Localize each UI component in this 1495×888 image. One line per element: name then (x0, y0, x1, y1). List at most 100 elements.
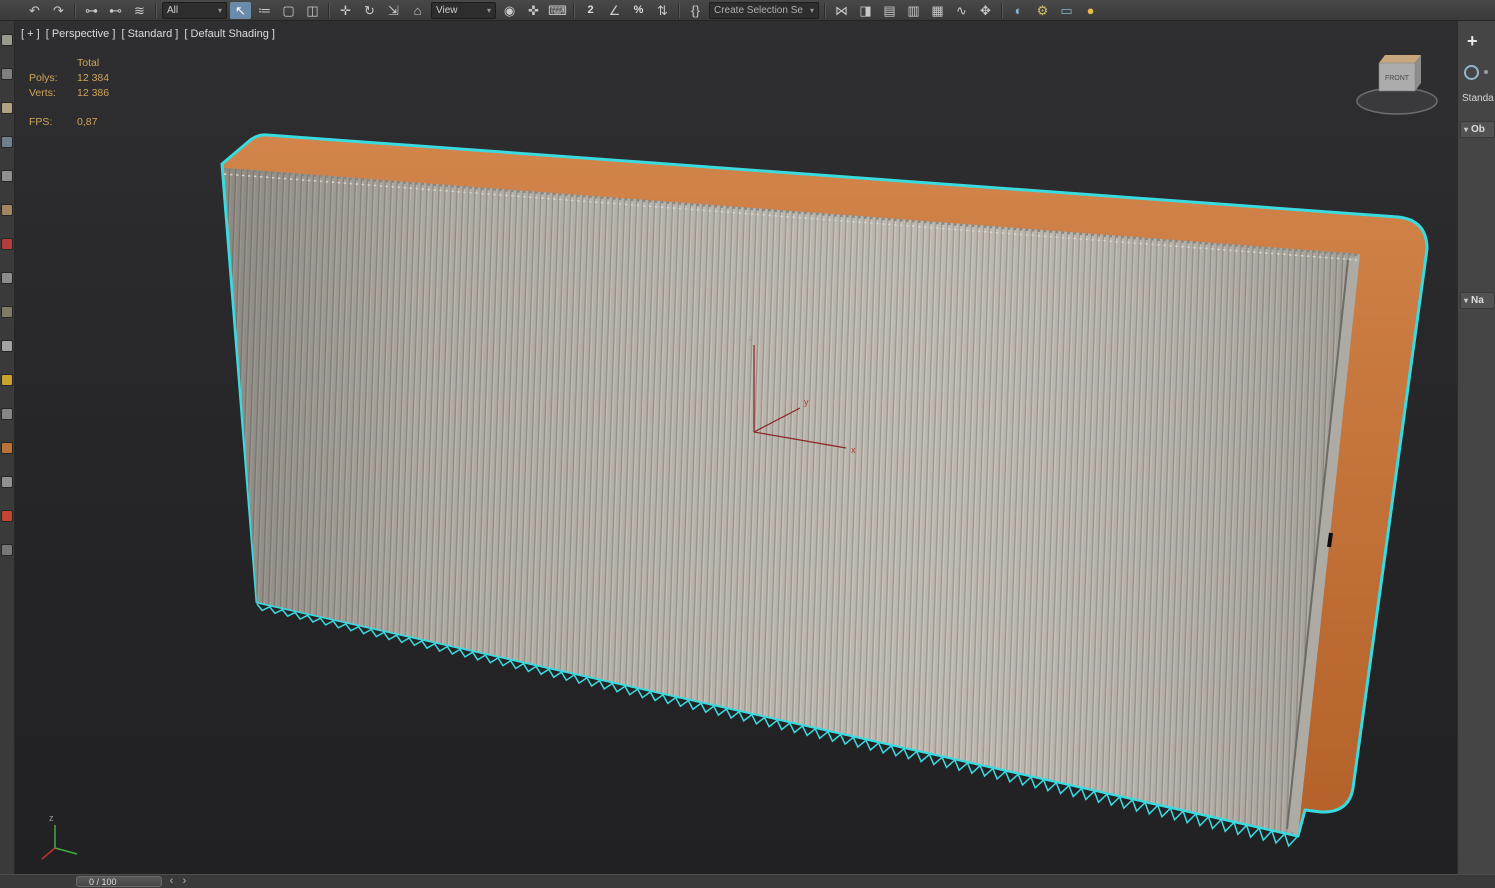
stats-polys-label: Polys: (29, 72, 58, 84)
select-and-place-icon[interactable]: ⌂ (407, 2, 428, 19)
left-toolbar-icon-7[interactable] (2, 239, 12, 249)
select-and-manipulate-icon[interactable]: ✜ (523, 2, 544, 19)
viewport-general-menu[interactable]: [ + ] (21, 28, 40, 40)
object-category-dropdown[interactable]: Standa (1462, 93, 1494, 104)
left-toolbar-icon-9[interactable] (2, 307, 12, 317)
schematic-view-icon[interactable]: ✥ (975, 2, 996, 19)
toolbar-separator (155, 2, 157, 18)
rectangular-selection-region-icon[interactable]: ▢ (278, 2, 299, 19)
edit-named-selection-sets-icon[interactable]: {} (685, 2, 706, 19)
render-setup-icon[interactable]: ⚙ (1032, 2, 1053, 19)
viewcube-top-face[interactable] (1379, 55, 1421, 63)
render-production-icon[interactable]: ● (1080, 2, 1101, 19)
curve-editor-icon[interactable]: ∿ (951, 2, 972, 19)
viewport-shading-menu[interactable]: [ Default Shading ] (184, 28, 275, 40)
tripod-y-label: y (804, 397, 809, 407)
keyboard-shortcut-override-icon[interactable]: ⌨ (547, 2, 568, 19)
stats-spacer (29, 102, 109, 114)
reference-coordinate-dropdown-value: View (436, 4, 458, 16)
stats-verts-label: Verts: (29, 87, 56, 99)
stats-verts-value: 12 386 (77, 87, 110, 99)
rollout-name-and-color-label: Na (1471, 295, 1484, 306)
use-pivot-point-icon[interactable]: ◉ (499, 2, 520, 19)
tripod-z-label: z (749, 333, 754, 343)
bind-to-space-warp-icon[interactable]: ≋ (129, 2, 150, 19)
align-icon[interactable]: ◨ (855, 2, 876, 19)
toolbar-separator (1001, 2, 1003, 18)
chevron-down-icon: ▾ (1464, 296, 1469, 305)
left-toolbar-icon-1[interactable] (2, 35, 12, 45)
next-frame-button[interactable]: › (179, 875, 190, 888)
select-and-rotate-icon[interactable]: ↻ (359, 2, 380, 19)
rollout-name-and-color[interactable]: ▾ Na (1460, 292, 1495, 309)
selection-filter-dropdown[interactable]: All ▾ (162, 1, 227, 19)
toolbar-separator (824, 2, 826, 18)
chevron-down-icon: ▾ (217, 5, 222, 15)
mirror-icon[interactable]: ⋈ (831, 2, 852, 19)
unlink-selection-icon[interactable]: ⊷ (105, 2, 126, 19)
radio-button-icon[interactable] (1464, 65, 1479, 80)
select-and-scale-icon[interactable]: ⇲ (383, 2, 404, 19)
toggle-ribbon-icon[interactable]: ▦ (927, 2, 948, 19)
create-tab-plus-icon[interactable]: + (1467, 31, 1478, 52)
select-object-icon[interactable]: ↖ (230, 1, 251, 19)
viewcube-front-label[interactable]: FRONT (1385, 75, 1410, 82)
left-toolbar-icon-14[interactable] (2, 477, 12, 487)
percent-snap-icon[interactable]: % (628, 2, 649, 19)
undo-icon[interactable]: ↶ (24, 2, 45, 19)
stats-fps-value: 0,87 (77, 116, 98, 128)
scene-3d-view: z y x z FRONT (15, 21, 1458, 874)
select-by-name-icon[interactable]: ≔ (254, 2, 275, 19)
left-toolbar-icon-11[interactable] (2, 375, 12, 385)
stats-empty-cell (29, 57, 71, 70)
left-toolbar-icon-2[interactable] (2, 69, 12, 79)
reference-coordinate-dropdown[interactable]: View ▾ (431, 1, 496, 19)
material-editor-icon[interactable]: ◐ (1008, 2, 1029, 19)
left-toolbar-icon-15[interactable] (2, 511, 12, 521)
toggle-layer-explorer-icon[interactable]: ▥ (903, 2, 924, 19)
left-toolbar-icon-6[interactable] (2, 205, 12, 215)
left-toolbar (0, 21, 15, 874)
command-panel: + Standa ▾ Ob ▾ Na (1457, 21, 1495, 874)
left-toolbar-icon-12[interactable] (2, 409, 12, 419)
select-and-link-icon[interactable]: ⊶ (81, 2, 102, 19)
named-selection-set-field-value: Create Selection Se (714, 4, 803, 16)
window-crossing-icon[interactable]: ◫ (302, 2, 323, 19)
end-cap-clip-mark (1327, 532, 1333, 548)
left-toolbar-icon-4[interactable] (2, 137, 12, 147)
rendered-frame-window-icon[interactable]: ▭ (1056, 2, 1077, 19)
viewcube-ring[interactable] (1356, 87, 1438, 115)
toolbar-separator (74, 2, 76, 18)
left-toolbar-icon-10[interactable] (2, 341, 12, 351)
selection-filter-dropdown-value: All (167, 4, 179, 16)
angle-snap-icon[interactable]: ∠ (604, 2, 625, 19)
main-toolbar: ↶ ↷ ⊶ ⊷ ≋ All ▾ ↖ ≔ ▢ ◫ ✛ ↻ ⇲ ⌂ View ▾ ◉ ✜ ⌨ 2 ∠% ⇅{} Create Se… (0, 0, 1495, 21)
spinner-snap-icon[interactable]: ⇅ (652, 2, 673, 19)
viewport-label: [ + ] [ Perspective ] [ Standard ] [ Def… (21, 28, 278, 40)
world-axis-z-label: z (49, 813, 54, 823)
chevron-down-icon: ▾ (486, 5, 491, 15)
rollout-object-type[interactable]: ▾ Ob (1460, 121, 1495, 138)
timeline-bar: 0 / 100 ‹ › (0, 874, 1495, 888)
rollout-object-type-label: Ob (1471, 124, 1485, 135)
toolbar-separator (678, 2, 680, 18)
left-toolbar-icon-16[interactable] (2, 545, 12, 555)
viewport-style-menu[interactable]: [ Standard ] (121, 28, 178, 40)
panel-dot-icon (1484, 70, 1488, 74)
left-toolbar-icon-13[interactable] (2, 443, 12, 453)
viewport-pov-menu[interactable]: [ Perspective ] (46, 28, 116, 40)
left-toolbar-icon-5[interactable] (2, 171, 12, 181)
tripod-x-label: x (851, 445, 856, 455)
toolbar-separator (328, 2, 330, 18)
left-toolbar-icon-8[interactable] (2, 273, 12, 283)
left-toolbar-icon-3[interactable] (2, 103, 12, 113)
time-slider-handle[interactable]: 0 / 100 (76, 876, 162, 887)
perspective-viewport[interactable]: z y x z FRONT [ + ] [ Perspective ] [ St… (15, 21, 1458, 874)
previous-frame-button[interactable]: ‹ (166, 875, 177, 888)
toolbar-separator (573, 2, 575, 18)
select-and-move-icon[interactable]: ✛ (335, 2, 356, 19)
snaps-toggle-icon[interactable]: 2 (580, 2, 601, 19)
redo-icon[interactable]: ↷ (48, 2, 69, 19)
toggle-scene-explorer-icon[interactable]: ▤ (879, 2, 900, 19)
named-selection-set-field[interactable]: Create Selection Se ▾ (709, 1, 819, 19)
